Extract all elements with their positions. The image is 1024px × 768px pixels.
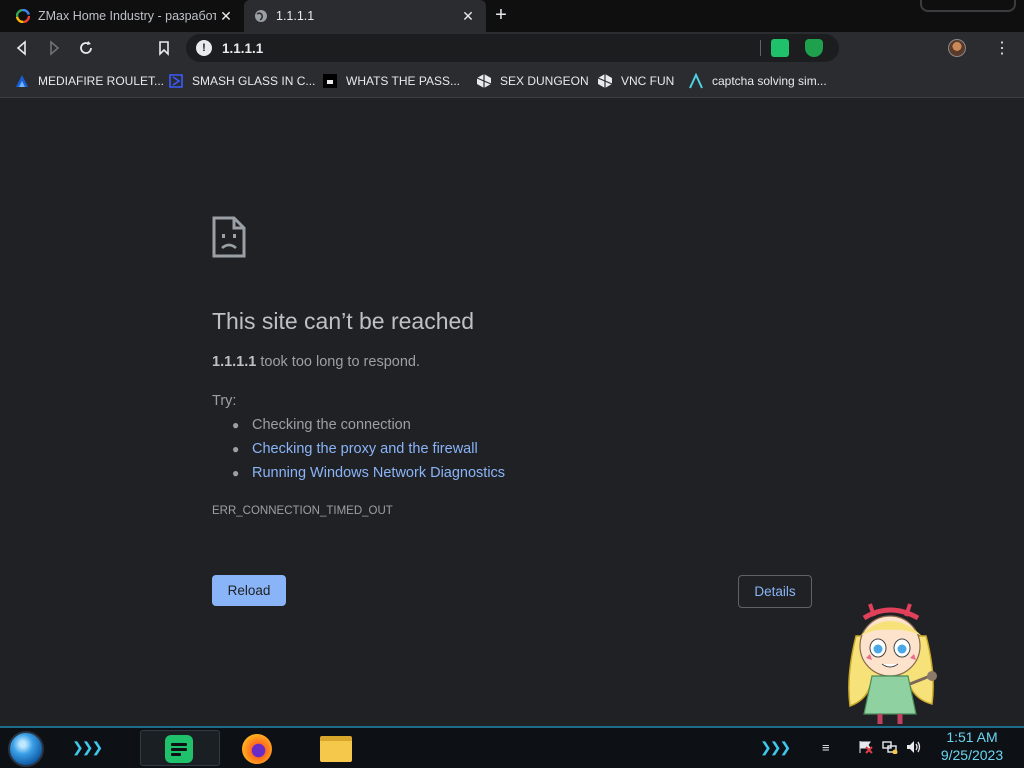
suggestion-text[interactable]: Running Windows Network Diagnostics bbox=[252, 464, 505, 482]
toolbar: ! 1.1.1.1 ⋮ bbox=[0, 32, 1024, 64]
bookmark-button[interactable] bbox=[152, 36, 176, 60]
bullet-icon: ● bbox=[232, 442, 240, 456]
bookmark-mediafire[interactable]: MEDIAFIRE ROULET... bbox=[14, 72, 164, 90]
bookmark-captcha-solving[interactable]: captcha solving sim... bbox=[688, 72, 827, 90]
cube-icon bbox=[476, 73, 492, 89]
suggestion-check-connection: ● Checking the connection bbox=[232, 416, 505, 440]
bookmark-smash-glass[interactable]: SMASH GLASS IN C... bbox=[168, 72, 315, 90]
try-label: Try: bbox=[212, 393, 237, 409]
shield-extension-icon[interactable] bbox=[805, 39, 823, 57]
window-frame-decoration bbox=[920, 0, 1016, 12]
bookmark-vnc-fun[interactable]: VNC FUN bbox=[597, 72, 674, 90]
bookmark-sex-dungeon[interactable]: SEX DUNGEON bbox=[476, 72, 589, 90]
notes-extension-icon[interactable] bbox=[771, 39, 789, 57]
tab-1111[interactable]: 1.1.1.1 ✕ bbox=[244, 0, 486, 32]
bookmark-whats-the-pass[interactable]: WHATS THE PASS... bbox=[322, 72, 460, 90]
suggestion-text[interactable]: Checking the proxy and the firewall bbox=[252, 440, 478, 458]
taskbar: ❯❯❯ ❯❯❯ ≡ 1:51 AM 9/25/2023 bbox=[0, 726, 1024, 768]
omnibox-separator bbox=[760, 40, 761, 56]
chevrons-right-icon: ❯❯❯ bbox=[760, 739, 791, 755]
globe-icon bbox=[254, 9, 268, 23]
tab-title: ZMax Home Industry - разработк bbox=[38, 9, 216, 23]
bookmark-icon bbox=[159, 41, 169, 56]
file-explorer-icon[interactable] bbox=[320, 736, 352, 762]
suggestion-network-diagnostics-link[interactable]: ● Running Windows Network Diagnostics bbox=[232, 464, 505, 488]
cartoon-character-sticker bbox=[836, 596, 944, 728]
volume-icon[interactable] bbox=[906, 740, 922, 757]
firefox-icon[interactable] bbox=[242, 734, 272, 764]
chevron-icon bbox=[168, 73, 184, 89]
bullet-icon: ● bbox=[232, 418, 240, 432]
cube-icon bbox=[597, 73, 613, 89]
forward-arrow-icon bbox=[50, 40, 60, 56]
url-text[interactable]: 1.1.1.1 bbox=[222, 41, 760, 56]
bullet-icon: ● bbox=[232, 466, 240, 480]
tab-strip: ZMax Home Industry - разработк ✕ 1.1.1.1… bbox=[0, 0, 1024, 32]
suggestion-check-proxy-link[interactable]: ● Checking the proxy and the firewall bbox=[232, 440, 505, 464]
address-bar[interactable]: ! 1.1.1.1 bbox=[186, 34, 839, 62]
mediafire-icon bbox=[14, 73, 30, 89]
clock-date: 9/25/2023 bbox=[940, 747, 1004, 763]
bookmark-label: captcha solving sim... bbox=[712, 74, 827, 88]
network-icon[interactable] bbox=[882, 740, 898, 757]
reload-button[interactable] bbox=[74, 36, 98, 60]
tab-title: 1.1.1.1 bbox=[276, 9, 315, 23]
sad-page-icon bbox=[212, 216, 246, 258]
lambda-icon bbox=[688, 73, 704, 89]
bookmark-label: WHATS THE PASS... bbox=[346, 74, 461, 88]
notes-line bbox=[171, 743, 187, 746]
tab-zmax[interactable]: ZMax Home Industry - разработк ✕ bbox=[0, 0, 244, 32]
action-center-flag-icon[interactable] bbox=[858, 740, 874, 757]
reload-icon bbox=[80, 41, 92, 54]
forward-button[interactable] bbox=[42, 36, 66, 60]
dark-square-icon bbox=[322, 73, 338, 89]
close-tab-icon[interactable]: ✕ bbox=[458, 8, 478, 25]
profile-avatar[interactable] bbox=[948, 39, 966, 57]
reload-button[interactable]: Reload bbox=[212, 575, 286, 606]
bookmark-label: MEDIAFIRE ROULET... bbox=[38, 74, 165, 88]
details-button[interactable]: Details bbox=[738, 575, 812, 608]
notes-line bbox=[171, 753, 181, 756]
chevrons-left-icon: ❯❯❯ bbox=[72, 739, 103, 755]
error-code: ERR_CONNECTION_TIMED_OUT bbox=[212, 505, 393, 517]
bookmark-label: SMASH GLASS IN C... bbox=[192, 74, 316, 88]
bookmarks-bar: MEDIAFIRE ROULET... SMASH GLASS IN C... … bbox=[0, 64, 1024, 98]
system-clock[interactable]: 1:51 AM 9/25/2023 bbox=[930, 728, 1014, 764]
close-tab-icon[interactable]: ✕ bbox=[216, 8, 236, 25]
suggestion-list: ● Checking the connection ● Checking the p… bbox=[232, 416, 505, 488]
google-g-icon bbox=[15, 8, 31, 24]
show-hidden-icons[interactable]: ≡ bbox=[822, 740, 830, 755]
back-button[interactable] bbox=[10, 36, 34, 60]
error-host-suffix: took too long to respond. bbox=[256, 354, 420, 370]
notes-line bbox=[171, 748, 187, 751]
notes-app-icon[interactable] bbox=[165, 735, 193, 763]
suggestion-text: Checking the connection bbox=[252, 417, 411, 433]
clock-time: 1:51 AM bbox=[946, 729, 998, 745]
start-button[interactable] bbox=[8, 731, 44, 767]
error-host: 1.1.1.1 bbox=[212, 354, 257, 370]
error-page: This site can’t be reached 1.1.1.1 took … bbox=[0, 98, 1024, 726]
back-arrow-icon bbox=[16, 40, 26, 56]
bookmark-label: VNC FUN bbox=[621, 74, 675, 88]
site-info-icon[interactable]: ! bbox=[196, 40, 212, 56]
menu-button[interactable]: ⋮ bbox=[992, 38, 1012, 58]
new-tab-button[interactable]: + bbox=[490, 4, 512, 26]
error-title: This site can’t be reached bbox=[212, 308, 475, 334]
bookmark-label: SEX DUNGEON bbox=[500, 74, 589, 88]
error-message: 1.1.1.1 took too long to respond. bbox=[212, 354, 420, 370]
